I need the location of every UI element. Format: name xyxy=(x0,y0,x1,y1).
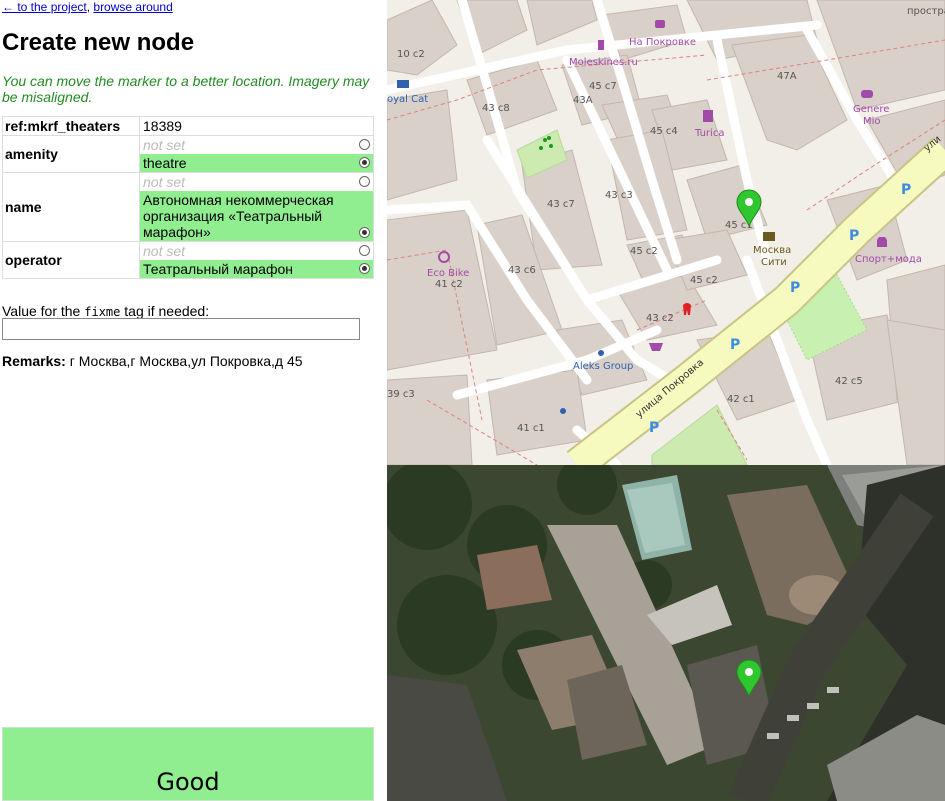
tag-key: operator xyxy=(2,241,140,279)
luggage-icon xyxy=(703,110,713,122)
option-text: theatre xyxy=(143,155,187,171)
tag-key: ref:mkrf_theaters xyxy=(2,116,140,136)
page-title: Create new node xyxy=(2,29,195,56)
remarks-label: Remarks: xyxy=(2,353,66,369)
house-number: 43 с6 xyxy=(508,265,536,276)
name-radio-value[interactable] xyxy=(359,227,370,238)
street-map[interactable]: 10 с2 43 с8 45 с7 43А 45 с4 47А 43 с3 43… xyxy=(387,0,945,465)
nav-links: ← to the project, browse around xyxy=(2,0,173,14)
option-text: not set xyxy=(143,243,186,259)
stationery-icon xyxy=(598,40,604,50)
poi-label-sport-moda: Спорт+мода xyxy=(855,254,922,265)
tag-row-name: name not set Автономная некоммерческая о… xyxy=(2,172,374,242)
house-number: 45 с4 xyxy=(650,126,678,137)
fixme-label-after: tag if needed: xyxy=(120,303,210,319)
amenity-radio-theatre[interactable] xyxy=(359,157,370,168)
shop-icon xyxy=(655,20,665,28)
parking-icon: P xyxy=(849,228,859,244)
editor-panel: ← to the project, browse around Create n… xyxy=(0,0,387,801)
browse-around-link[interactable]: browse around xyxy=(93,0,172,14)
office-dot-icon xyxy=(560,408,566,414)
tags-table: ref:mkrf_theaters 18389 amenity not set … xyxy=(2,116,374,279)
clothes-icon xyxy=(877,237,887,247)
house-number: 42 с1 xyxy=(727,394,755,405)
operator-radio-not-set[interactable] xyxy=(359,245,370,256)
poi-label-genere: Genere xyxy=(853,104,889,115)
operator-option-not-set[interactable]: not set xyxy=(140,242,373,260)
house-number: 42 с5 xyxy=(835,376,863,387)
parking-icon: P xyxy=(730,337,740,353)
house-number: 43 с7 xyxy=(547,199,575,210)
poi-label-moskva: Москва xyxy=(753,245,791,256)
option-text: not set xyxy=(143,137,186,153)
fixme-tag-code: fixme xyxy=(84,305,121,319)
office-dot-icon xyxy=(598,350,604,356)
name-option-value[interactable]: Автономная некоммерческая организация «Т… xyxy=(140,191,373,241)
poi-label-royal-cat: oyal Cat xyxy=(387,94,428,105)
tag-row-operator: operator not set Театральный марафон xyxy=(2,241,374,279)
satellite-canvas xyxy=(387,465,945,801)
fixme-label-before: Value for the xyxy=(2,303,85,319)
pet-icon xyxy=(397,80,409,88)
tag-key: name xyxy=(2,172,140,242)
parking-icon: P xyxy=(901,182,911,198)
tag-row-ref: ref:mkrf_theaters 18389 xyxy=(2,116,374,136)
house-number: 39 с3 xyxy=(387,389,415,400)
hint-text: You can move the marker to a better loca… xyxy=(2,73,370,105)
poi-label-aleks-group: Aleks Group xyxy=(573,361,633,372)
option-text: not set xyxy=(143,174,186,190)
house-number: 43 с3 xyxy=(605,190,633,201)
house-number: 47А xyxy=(777,71,797,82)
poi-label-na-pokrovke: На Покровке xyxy=(629,37,696,48)
poi-label-mio: Mio xyxy=(863,116,881,127)
house-number: 41 с1 xyxy=(517,423,545,434)
cinema-icon xyxy=(763,232,775,241)
house-number: 43 с2 xyxy=(646,313,674,324)
amenity-option-not-set[interactable]: not set xyxy=(140,136,373,154)
poi-label-siti: Сити xyxy=(761,257,787,268)
operator-option-value[interactable]: Театральный марафон xyxy=(140,260,373,278)
tag-value: 18389 xyxy=(143,118,182,134)
name-radio-not-set[interactable] xyxy=(359,176,370,187)
option-text: Автономная некоммерческая организация «Т… xyxy=(143,192,334,240)
house-number: 41 с2 xyxy=(435,279,463,290)
poi-label-turica: Turica xyxy=(694,128,724,139)
back-to-project-link[interactable]: ← to the project xyxy=(2,0,87,14)
house-number: 10 с2 xyxy=(397,49,425,60)
remarks-text: г Москва,г Москва,ул Покровка,д 45 xyxy=(65,353,303,369)
parking-icon: P xyxy=(790,280,800,296)
house-number: 45 с2 xyxy=(630,246,658,257)
map-canvas: 10 с2 43 с8 45 с7 43А 45 с4 47А 43 с3 43… xyxy=(387,0,945,465)
amenity-option-theatre[interactable]: theatre xyxy=(140,154,373,172)
name-option-not-set[interactable]: not set xyxy=(140,173,373,191)
poi-label-moleskines: Moleskines.ru xyxy=(569,57,638,68)
option-text: Театральный марафон xyxy=(143,261,294,277)
tag-key: amenity xyxy=(2,135,140,173)
amenity-radio-not-set[interactable] xyxy=(359,139,370,150)
house-number: 43 с8 xyxy=(482,103,510,114)
house-number: 43А xyxy=(573,95,593,106)
poi-label-eco-bike: Eco Bike xyxy=(427,268,469,279)
house-number: 45 с2 xyxy=(690,275,718,286)
remarks: Remarks: г Москва,г Москва,ул Покровка,д… xyxy=(2,353,303,369)
fixme-label: Value for the fixme tag if needed: xyxy=(2,303,209,319)
cosmetics-icon xyxy=(861,90,873,98)
house-number: 45 с7 xyxy=(589,81,617,92)
tag-row-amenity: amenity not set theatre xyxy=(2,135,374,173)
poi-label-prostran: простран xyxy=(907,6,945,17)
good-button[interactable]: Good xyxy=(2,727,374,801)
fixme-input[interactable] xyxy=(2,318,360,340)
parking-icon: P xyxy=(649,420,659,436)
operator-radio-value[interactable] xyxy=(359,263,370,274)
satellite-imagery[interactable] xyxy=(387,465,945,801)
